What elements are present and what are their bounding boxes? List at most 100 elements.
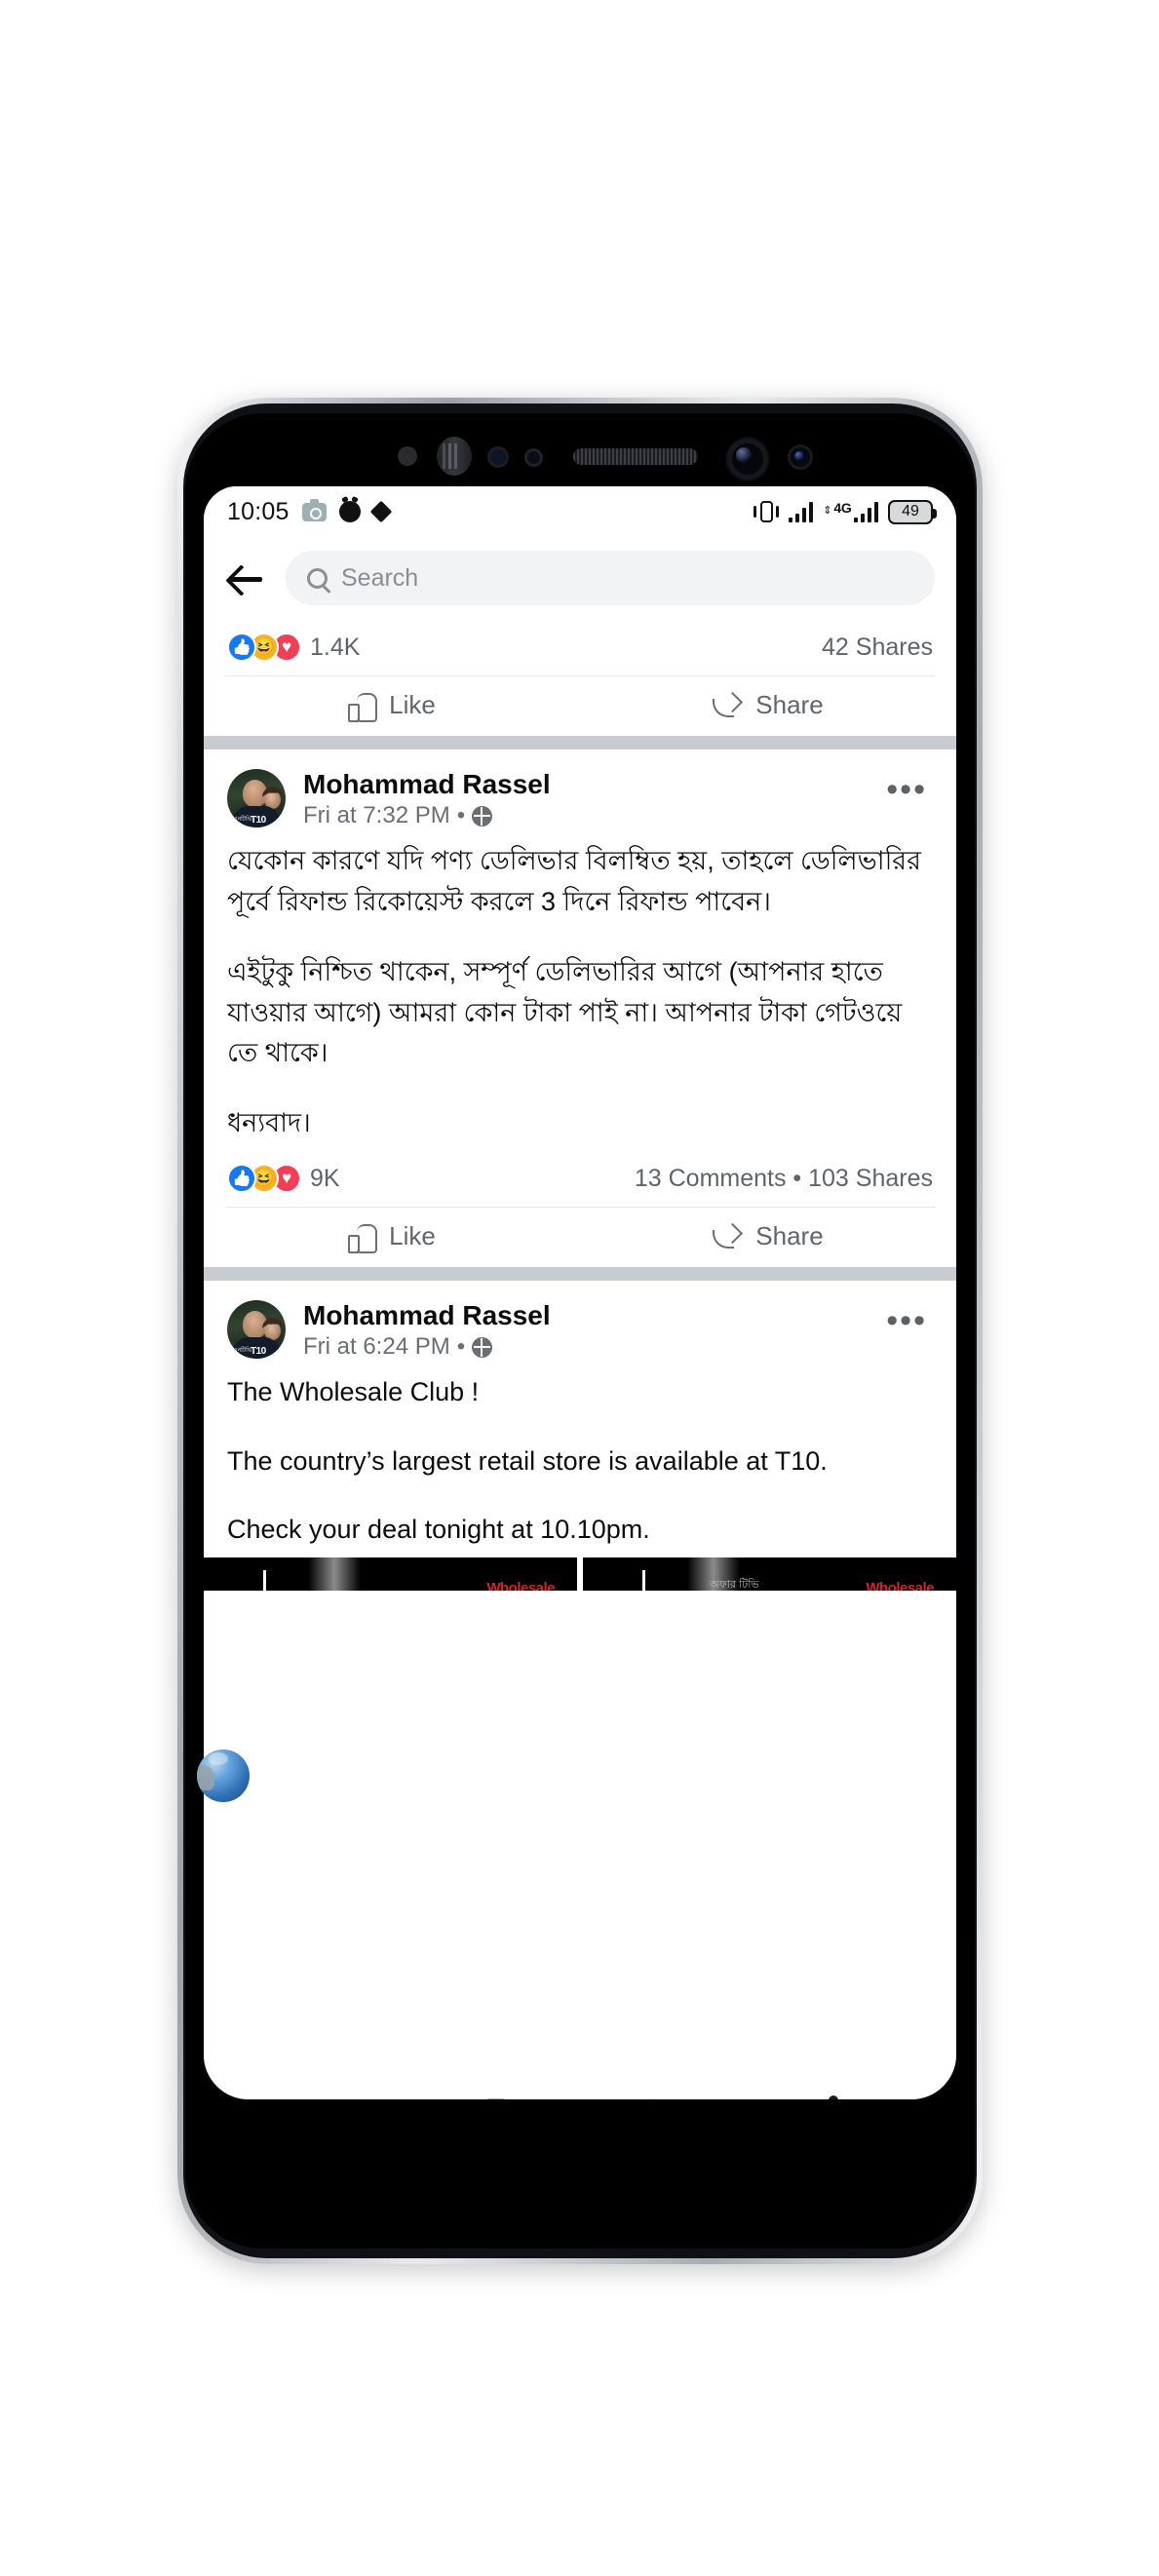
post-paragraph: ধন্যবাদ। xyxy=(227,1108,311,1138)
like-button-label: Like xyxy=(389,690,436,719)
status-bar-left: 10:05 xyxy=(227,497,392,526)
app-header: Search xyxy=(204,537,956,621)
photo-overlay-text: Wholesale xyxy=(866,1579,935,1591)
bullet-separator: • xyxy=(456,802,466,828)
post-paragraph: এইটুকু নিশ্চিত থাকেন, সম্পূর্ণ ডেলিভারির… xyxy=(227,956,903,1068)
photo-overlay-text: Wholesale xyxy=(486,1579,556,1591)
signal-bars-4g-icon: ⇕ 4G xyxy=(823,500,878,522)
back-icon xyxy=(632,2098,676,2099)
globe-icon xyxy=(472,805,493,827)
reaction-pills: 😆 ♥ xyxy=(227,633,301,662)
thumbs-up-icon xyxy=(348,692,378,722)
post-timestamp: Fri at 6:24 PM xyxy=(303,1333,450,1361)
reaction-count: 9K xyxy=(310,1164,340,1192)
ellipsis-icon[interactable]: ••• xyxy=(880,773,933,816)
light-sensor-icon xyxy=(524,448,543,467)
share-button[interactable]: Share xyxy=(580,690,956,720)
post-partial-top: 😆 ♥ 1.4K 42 Shares Like xyxy=(204,621,956,736)
action-bar: Like Share xyxy=(204,1208,956,1267)
avatar[interactable]: এনটিভি T10 xyxy=(227,1300,286,1360)
globe-icon xyxy=(472,1336,493,1358)
post-author-block: Mohammad Rassel Fri at 6:24 PM • xyxy=(303,1298,863,1361)
post-paragraph: The Wholesale Club ! xyxy=(227,1377,480,1407)
secondary-camera-icon xyxy=(788,444,813,470)
phone-bottom-bezel xyxy=(185,2172,975,2249)
post-header: এনটিভি T10 Mohammad Rassel Fri at 6:24 PM… xyxy=(204,1281,956,1366)
like-button[interactable]: Like xyxy=(204,690,580,722)
post-header: এনটিভি T10 Mohammad Rassel Fri at 7:32 PM… xyxy=(204,750,956,835)
post-bengali-refund: এনটিভি T10 Mohammad Rassel Fri at 7:32 PM… xyxy=(204,750,956,1268)
search-icon xyxy=(307,567,328,589)
engagement-row: 😆 ♥ 9K 13 Comments • 103 Shares xyxy=(204,1152,956,1207)
news-feed[interactable]: 😆 ♥ 1.4K 42 Shares Like xyxy=(204,621,956,2073)
nav-accessibility-button[interactable] xyxy=(798,2086,869,2099)
thumbs-up-icon xyxy=(348,1223,378,1253)
reaction-pills: 😆 ♥ xyxy=(227,1164,301,1194)
nav-recents-button[interactable] xyxy=(292,2086,363,2099)
android-nav-bar xyxy=(204,2073,956,2099)
post-photo-attachment[interactable]: Wholesale অফার টিভি Wholesale xyxy=(204,1557,956,1591)
avatar[interactable]: এনটিভি T10 xyxy=(227,769,286,827)
comments-shares-count[interactable]: 13 Comments • 103 Shares xyxy=(635,1165,933,1193)
post-author-name[interactable]: Mohammad Rassel xyxy=(303,1298,863,1332)
post-separator xyxy=(204,1267,956,1282)
like-button-label: Like xyxy=(389,1221,436,1251)
post-wholesale-club: এনটিভি T10 Mohammad Rassel Fri at 6:24 PM… xyxy=(204,1281,956,1591)
phone-screen: 10:05 ⇕ 4G 49 Search 👍 😆 ♥ 1.4K 42 Share… xyxy=(185,413,975,2249)
battery-icon: 49 xyxy=(888,499,937,524)
camera-icon xyxy=(301,498,327,521)
like-button[interactable]: Like xyxy=(204,1221,580,1253)
reaction-count: 1.4K xyxy=(310,633,361,661)
engagement-row: 😆 ♥ 1.4K 42 Shares xyxy=(204,621,956,675)
share-arrow-icon xyxy=(713,1224,742,1250)
post-author-name[interactable]: Mohammad Rassel xyxy=(303,767,863,801)
front-camera-icon xyxy=(727,439,768,480)
post-separator xyxy=(204,736,956,750)
share-button[interactable]: Share xyxy=(580,1221,956,1251)
nav-home-button[interactable] xyxy=(461,2086,531,2099)
iris-sensor-icon xyxy=(487,446,509,468)
post-meta: Fri at 7:32 PM • xyxy=(303,802,863,829)
share-button-label: Share xyxy=(755,690,824,719)
alarm-icon xyxy=(338,501,361,522)
action-bar: Like Share xyxy=(204,676,956,736)
facebook-app: 10:05 ⇕ 4G 49 Search 👍 😆 ♥ 1.4K 42 Share… xyxy=(204,486,956,2099)
post-body: The Wholesale Club ! The country’s large… xyxy=(204,1366,956,1557)
reaction-like-icon xyxy=(227,1164,256,1194)
photo-thumbnail[interactable]: অফার টিভি Wholesale xyxy=(583,1557,956,1591)
status-time: 10:05 xyxy=(227,497,290,525)
home-icon xyxy=(481,2098,511,2099)
search-placeholder: Search xyxy=(341,563,419,592)
nav-back-button[interactable] xyxy=(630,2086,700,2099)
post-paragraph: The country’s largest retail store is av… xyxy=(227,1445,828,1476)
reaction-summary[interactable]: 😆 ♥ 9K xyxy=(227,1164,340,1194)
globe-emoji-overlay xyxy=(197,1749,250,1802)
status-bar-right: ⇕ 4G 49 xyxy=(753,499,937,524)
post-body: যেকোন কারণে যদি পণ্য ডেলিভার বিলম্বিত হয… xyxy=(204,835,956,1152)
photo-thumbnail[interactable]: Wholesale xyxy=(204,1557,577,1591)
network-type-label: 4G xyxy=(833,500,852,516)
back-arrow-icon[interactable] xyxy=(225,558,268,597)
search-input[interactable]: Search xyxy=(286,551,935,605)
photo-sub-text: অফার টিভি xyxy=(710,1578,759,1591)
post-paragraph: যেকোন কারণে যদি পণ্য ডেলিভার বিলম্বিত হয… xyxy=(227,846,922,916)
accessibility-icon xyxy=(816,2095,851,2099)
reaction-like-icon xyxy=(227,633,256,662)
proximity-sensor-icon xyxy=(437,437,472,476)
post-author-block: Mohammad Rassel Fri at 7:32 PM • xyxy=(303,767,863,829)
diamond-icon xyxy=(369,500,392,523)
phone-sensor-row xyxy=(185,421,975,485)
ellipsis-icon[interactable]: ••• xyxy=(880,1304,933,1347)
post-paragraph: Check your deal tonight at 10.10pm. xyxy=(227,1515,650,1545)
vibrate-icon xyxy=(753,500,779,523)
reaction-summary[interactable]: 😆 ♥ 1.4K xyxy=(227,633,360,662)
battery-percent-label: 49 xyxy=(902,503,919,519)
shares-count[interactable]: 42 Shares xyxy=(822,634,933,662)
ir-sensor-icon xyxy=(398,446,417,466)
post-timestamp: Fri at 7:32 PM xyxy=(303,802,450,828)
share-button-label: Share xyxy=(755,1221,824,1251)
signal-bars-icon xyxy=(788,501,814,522)
screenshot-canvas: 10:05 ⇕ 4G 49 Search 👍 😆 ♥ 1.4K 42 Share… xyxy=(0,0,1159,2576)
status-bar: 10:05 ⇕ 4G 49 xyxy=(204,486,956,537)
bullet-separator: • xyxy=(456,1333,466,1361)
